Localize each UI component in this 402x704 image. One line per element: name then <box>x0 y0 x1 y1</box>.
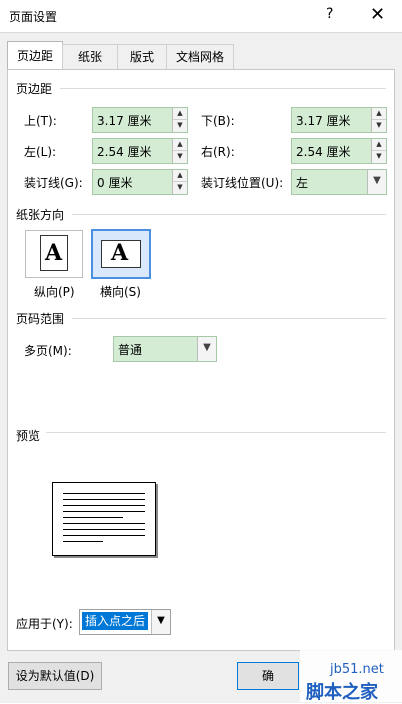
preview-line <box>63 493 145 494</box>
decrement-icon[interactable]: ▼ <box>173 120 187 131</box>
bottom-margin-label: 下(B): <box>201 114 235 128</box>
right-margin-stepper[interactable]: ▲ ▼ <box>371 139 386 163</box>
gutter-position-label: 装订线位置(U): <box>201 176 284 190</box>
preview-line <box>63 517 123 518</box>
apply-to-select[interactable]: 插入点之后 ▼ <box>79 609 171 635</box>
preview-line <box>63 541 103 542</box>
top-margin-stepper[interactable]: ▲ ▼ <box>172 108 187 132</box>
preview-line <box>63 523 145 524</box>
section-preview-title: 预览 <box>16 429 41 443</box>
left-margin-spinner[interactable]: 2.54 厘米 ▲ ▼ <box>92 138 188 164</box>
left-margin-stepper[interactable]: ▲ ▼ <box>172 139 187 163</box>
increment-icon[interactable]: ▲ <box>173 170 187 182</box>
set-default-button[interactable]: 设为默认值(D) <box>8 662 102 690</box>
multiple-pages-select[interactable]: 普通 ▼ <box>113 336 217 362</box>
gutter-label: 装订线(G): <box>24 176 83 190</box>
decrement-icon[interactable]: ▼ <box>372 120 386 131</box>
tab-document-grid[interactable]: 文档网格 <box>166 44 234 69</box>
decrement-icon[interactable]: ▼ <box>173 182 187 193</box>
gutter-stepper[interactable]: ▲ ▼ <box>172 170 187 194</box>
tab-margins[interactable]: 页边距 <box>7 41 63 70</box>
increment-icon[interactable]: ▲ <box>173 139 187 151</box>
preview-line <box>63 505 145 506</box>
section-orientation-title: 纸张方向 <box>16 208 65 222</box>
decrement-icon[interactable]: ▼ <box>173 151 187 162</box>
bottom-margin-spinner[interactable]: 3.17 厘米 ▲ ▼ <box>291 107 387 133</box>
multiple-pages-value[interactable]: 普通 <box>118 341 142 358</box>
top-margin-value[interactable]: 3.17 厘米 <box>97 112 152 129</box>
section-divider <box>72 318 386 319</box>
portrait-option[interactable]: A <box>25 230 83 278</box>
apply-to-label: 应用于(Y): <box>16 617 73 631</box>
window-title: 页面设置 <box>9 10 58 24</box>
increment-icon[interactable]: ▲ <box>372 139 386 151</box>
page-preview <box>52 482 156 556</box>
section-margins-title: 页边距 <box>16 82 53 96</box>
landscape-option[interactable]: A <box>91 229 151 279</box>
watermark-url: jb51.net <box>330 662 384 677</box>
title-bar: 页面设置 ? ✕ <box>0 0 402 32</box>
preview-line <box>63 535 145 536</box>
section-divider <box>60 88 386 89</box>
left-margin-value[interactable]: 2.54 厘米 <box>97 143 152 160</box>
chevron-down-icon[interactable]: ▼ <box>367 170 386 194</box>
chevron-down-icon[interactable]: ▼ <box>197 337 216 361</box>
top-margin-label: 上(T): <box>24 114 57 128</box>
decrement-icon[interactable]: ▼ <box>372 151 386 162</box>
landscape-label[interactable]: 横向(S) <box>100 283 141 300</box>
left-margin-label: 左(L): <box>24 145 57 159</box>
preview-line <box>63 529 145 530</box>
tab-layout[interactable]: 版式 <box>117 44 167 69</box>
chevron-down-icon[interactable]: ▼ <box>151 610 170 634</box>
apply-to-value[interactable]: 插入点之后 <box>82 612 148 630</box>
preview-line <box>63 511 145 512</box>
right-margin-spinner[interactable]: 2.54 厘米 ▲ ▼ <box>291 138 387 164</box>
close-button[interactable]: ✕ <box>370 4 385 25</box>
help-button[interactable]: ? <box>326 6 333 22</box>
tab-paper[interactable]: 纸张 <box>62 44 118 69</box>
bottom-margin-stepper[interactable]: ▲ ▼ <box>371 108 386 132</box>
gutter-position-select[interactable]: 左 ▼ <box>291 169 387 195</box>
gutter-position-value[interactable]: 左 <box>296 174 308 191</box>
watermark-logo-text: 脚本之家 <box>306 682 378 703</box>
pages-label: 多页(M): <box>24 344 72 358</box>
section-divider <box>72 214 386 215</box>
section-pages-title: 页码范围 <box>16 312 65 326</box>
ok-button[interactable]: 确 <box>237 662 299 690</box>
preview-line <box>63 499 145 500</box>
bottom-margin-value[interactable]: 3.17 厘米 <box>296 112 351 129</box>
portrait-glyph: A <box>45 240 63 266</box>
increment-icon[interactable]: ▲ <box>173 108 187 120</box>
gutter-value[interactable]: 0 厘米 <box>97 174 132 191</box>
right-margin-value[interactable]: 2.54 厘米 <box>296 143 351 160</box>
top-margin-spinner[interactable]: 3.17 厘米 ▲ ▼ <box>92 107 188 133</box>
landscape-glyph: A <box>111 240 129 266</box>
increment-icon[interactable]: ▲ <box>372 108 386 120</box>
gutter-spinner[interactable]: 0 厘米 ▲ ▼ <box>92 169 188 195</box>
section-divider <box>46 432 386 433</box>
right-margin-label: 右(R): <box>201 145 235 159</box>
portrait-label[interactable]: 纵向(P) <box>34 283 75 300</box>
